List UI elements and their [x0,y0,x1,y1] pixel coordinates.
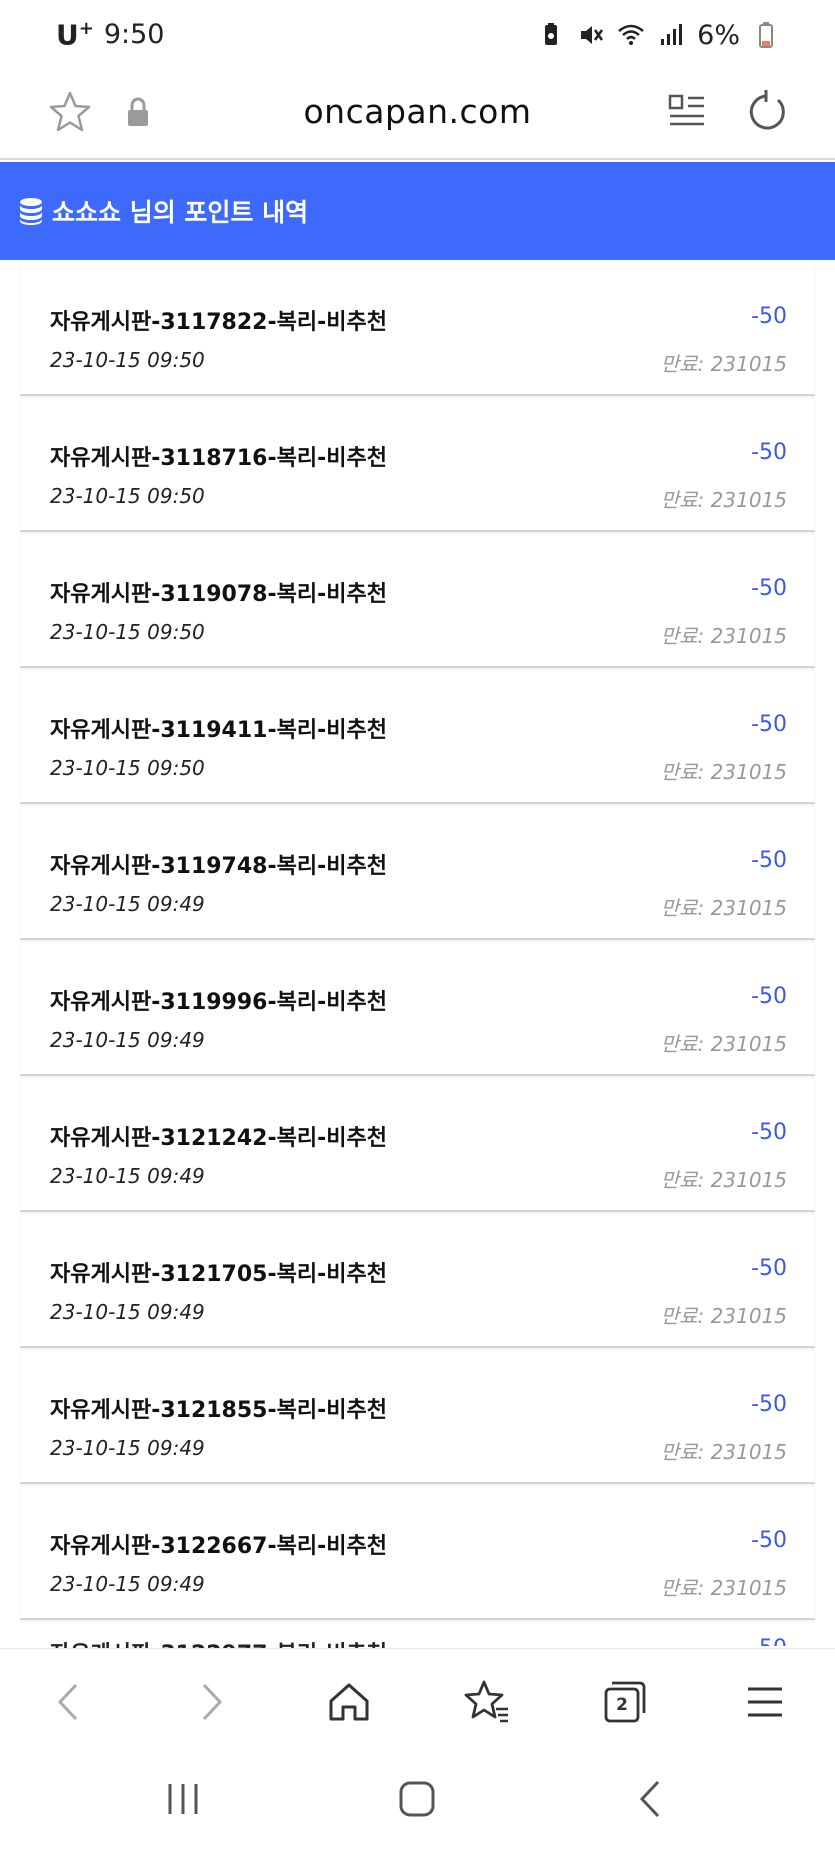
list-item[interactable]: 자유게시판-3121705-복리-비추천 23-10-15 09:49 -50 만료:… [20,1214,815,1348]
item-points: -50 [751,1528,787,1553]
item-date: 23-10-15 09:50 [50,620,205,644]
item-title: 자유게시판-3119748-복리-비추천 [50,854,387,879]
back-nav-icon[interactable] [628,1776,674,1822]
recent-apps-icon[interactable] [160,1776,206,1822]
signal-icon [657,21,685,49]
carrier-label: U+ [56,18,94,52]
status-right: 6% [537,20,780,51]
item-date: 23-10-15 09:50 [50,484,205,508]
menu-icon[interactable] [740,1677,790,1727]
item-points: -50 [751,1392,787,1417]
list-item[interactable]: 자유게시판-3119748-복리-비추천 23-10-15 09:49 -50 만료:… [20,806,815,940]
battery-saver-icon [537,21,565,49]
list-item[interactable]: 자유게시판-3119996-복리-비추천 23-10-15 09:49 -50 만료:… [20,942,815,1076]
item-expiry: 만료: 231015 [660,352,787,376]
item-expiry: 만료: 231015 [660,1032,787,1056]
bookmarks-icon[interactable] [462,1677,512,1727]
tab-count: 2 [616,1695,628,1715]
item-expiry: 만료: 231015 [660,896,787,920]
browser-toolbar: 2 [0,1648,835,1755]
home-nav-icon[interactable] [394,1776,440,1822]
forward-arrow-icon[interactable] [186,1677,236,1727]
list-item[interactable]: 자유게시판-3121242-복리-비추천 23-10-15 09:49 -50 만료:… [20,1078,815,1212]
item-date: 23-10-15 09:49 [50,1572,205,1596]
item-title: 자유게시판-3119078-복리-비추천 [50,582,387,607]
item-title: 자유게시판-3121705-복리-비추천 [50,1262,387,1287]
item-title: 자유게시판-3118716-복리-비추천 [50,446,387,471]
item-expiry: 만료: 231015 [660,1576,787,1600]
wifi-icon [617,21,645,49]
status-time: 9:50 [103,19,165,51]
item-expiry: 만료: 231015 [660,760,787,784]
system-nav-bar [0,1754,835,1856]
item-date: 23-10-15 09:50 [50,348,205,372]
list-item[interactable]: 자유게시판-3122667-복리-비추천 23-10-15 09:49 -50 만료:… [20,1486,815,1620]
item-expiry: 만료: 231015 [660,1440,787,1464]
status-left: U+ 9:50 [56,18,164,51]
list-item[interactable]: 자유게시판-3121855-복리-비추천 23-10-15 09:49 -50 만료:… [20,1350,815,1484]
item-date: 23-10-15 09:50 [50,756,205,780]
status-bar: U+ 9:50 6% [0,0,835,70]
database-icon [20,198,42,225]
item-title: 자유게시판-3119411-복리-비추천 [50,718,387,743]
item-date: 23-10-15 09:49 [50,1300,205,1324]
item-points: -50 [751,440,787,465]
points-history-header: 쇼쇼쇼 님의 포인트 내역 [0,162,835,260]
item-title: 자유게시판-3119996-복리-비추천 [50,990,387,1015]
list-item[interactable]: 자유게시판-3119078-복리-비추천 23-10-15 09:50 -50 만료:… [20,534,815,668]
item-expiry: 만료: 231015 [660,1168,787,1192]
item-date: 23-10-15 09:49 [50,1436,205,1460]
item-title: 자유게시판-3117822-복리-비추천 [50,310,387,335]
item-title: 자유게시판-3121242-복리-비추천 [50,1126,387,1151]
tabs-button[interactable]: 2 [600,1677,650,1727]
item-points: -50 [751,848,787,873]
browser-url-bar: oncapan.com [0,70,835,160]
item-expiry: 만료: 231015 [660,624,787,648]
item-points: -50 [751,1256,787,1281]
home-icon[interactable] [324,1677,374,1727]
item-expiry: 만료: 231015 [660,488,787,512]
item-title: 자유게시판-3121855-복리-비추천 [50,1398,387,1423]
item-title: 자유게시판-3122667-복리-비추천 [50,1534,387,1559]
points-list: 자유게시판-3117822-복리-비추천 23-10-15 09:50 -50 만료:… [20,262,815,1622]
item-points: -50 [751,712,787,737]
page-title: 쇼쇼쇼 님의 포인트 내역 [52,198,309,227]
item-date: 23-10-15 09:49 [50,1028,205,1052]
item-points: -50 [751,576,787,601]
phone-screen: U+ 9:50 6% oncapan.com 쇼쇼쇼 님의 포인트 내역 자유게… [0,0,835,1856]
battery-icon [752,21,780,49]
list-item[interactable]: 자유게시판-3118716-복리-비추천 23-10-15 09:50 -50 만료:… [20,398,815,532]
item-points: -50 [751,984,787,1009]
item-expiry: 만료: 231015 [660,1304,787,1328]
item-points: -50 [751,1120,787,1145]
refresh-icon[interactable] [742,88,790,136]
item-date: 23-10-15 09:49 [50,1164,205,1188]
list-item[interactable]: 자유게시판-3119411-복리-비추천 23-10-15 09:50 -50 만료:… [20,670,815,804]
item-points: -50 [751,304,787,329]
battery-percent: 6% [697,19,740,51]
list-item[interactable]: 자유게시판-3117822-복리-비추천 23-10-15 09:50 -50 만료:… [20,262,815,396]
back-arrow-icon[interactable] [44,1677,94,1727]
mute-icon [577,21,605,49]
item-date: 23-10-15 09:49 [50,892,205,916]
reader-mode-icon[interactable] [664,88,712,136]
